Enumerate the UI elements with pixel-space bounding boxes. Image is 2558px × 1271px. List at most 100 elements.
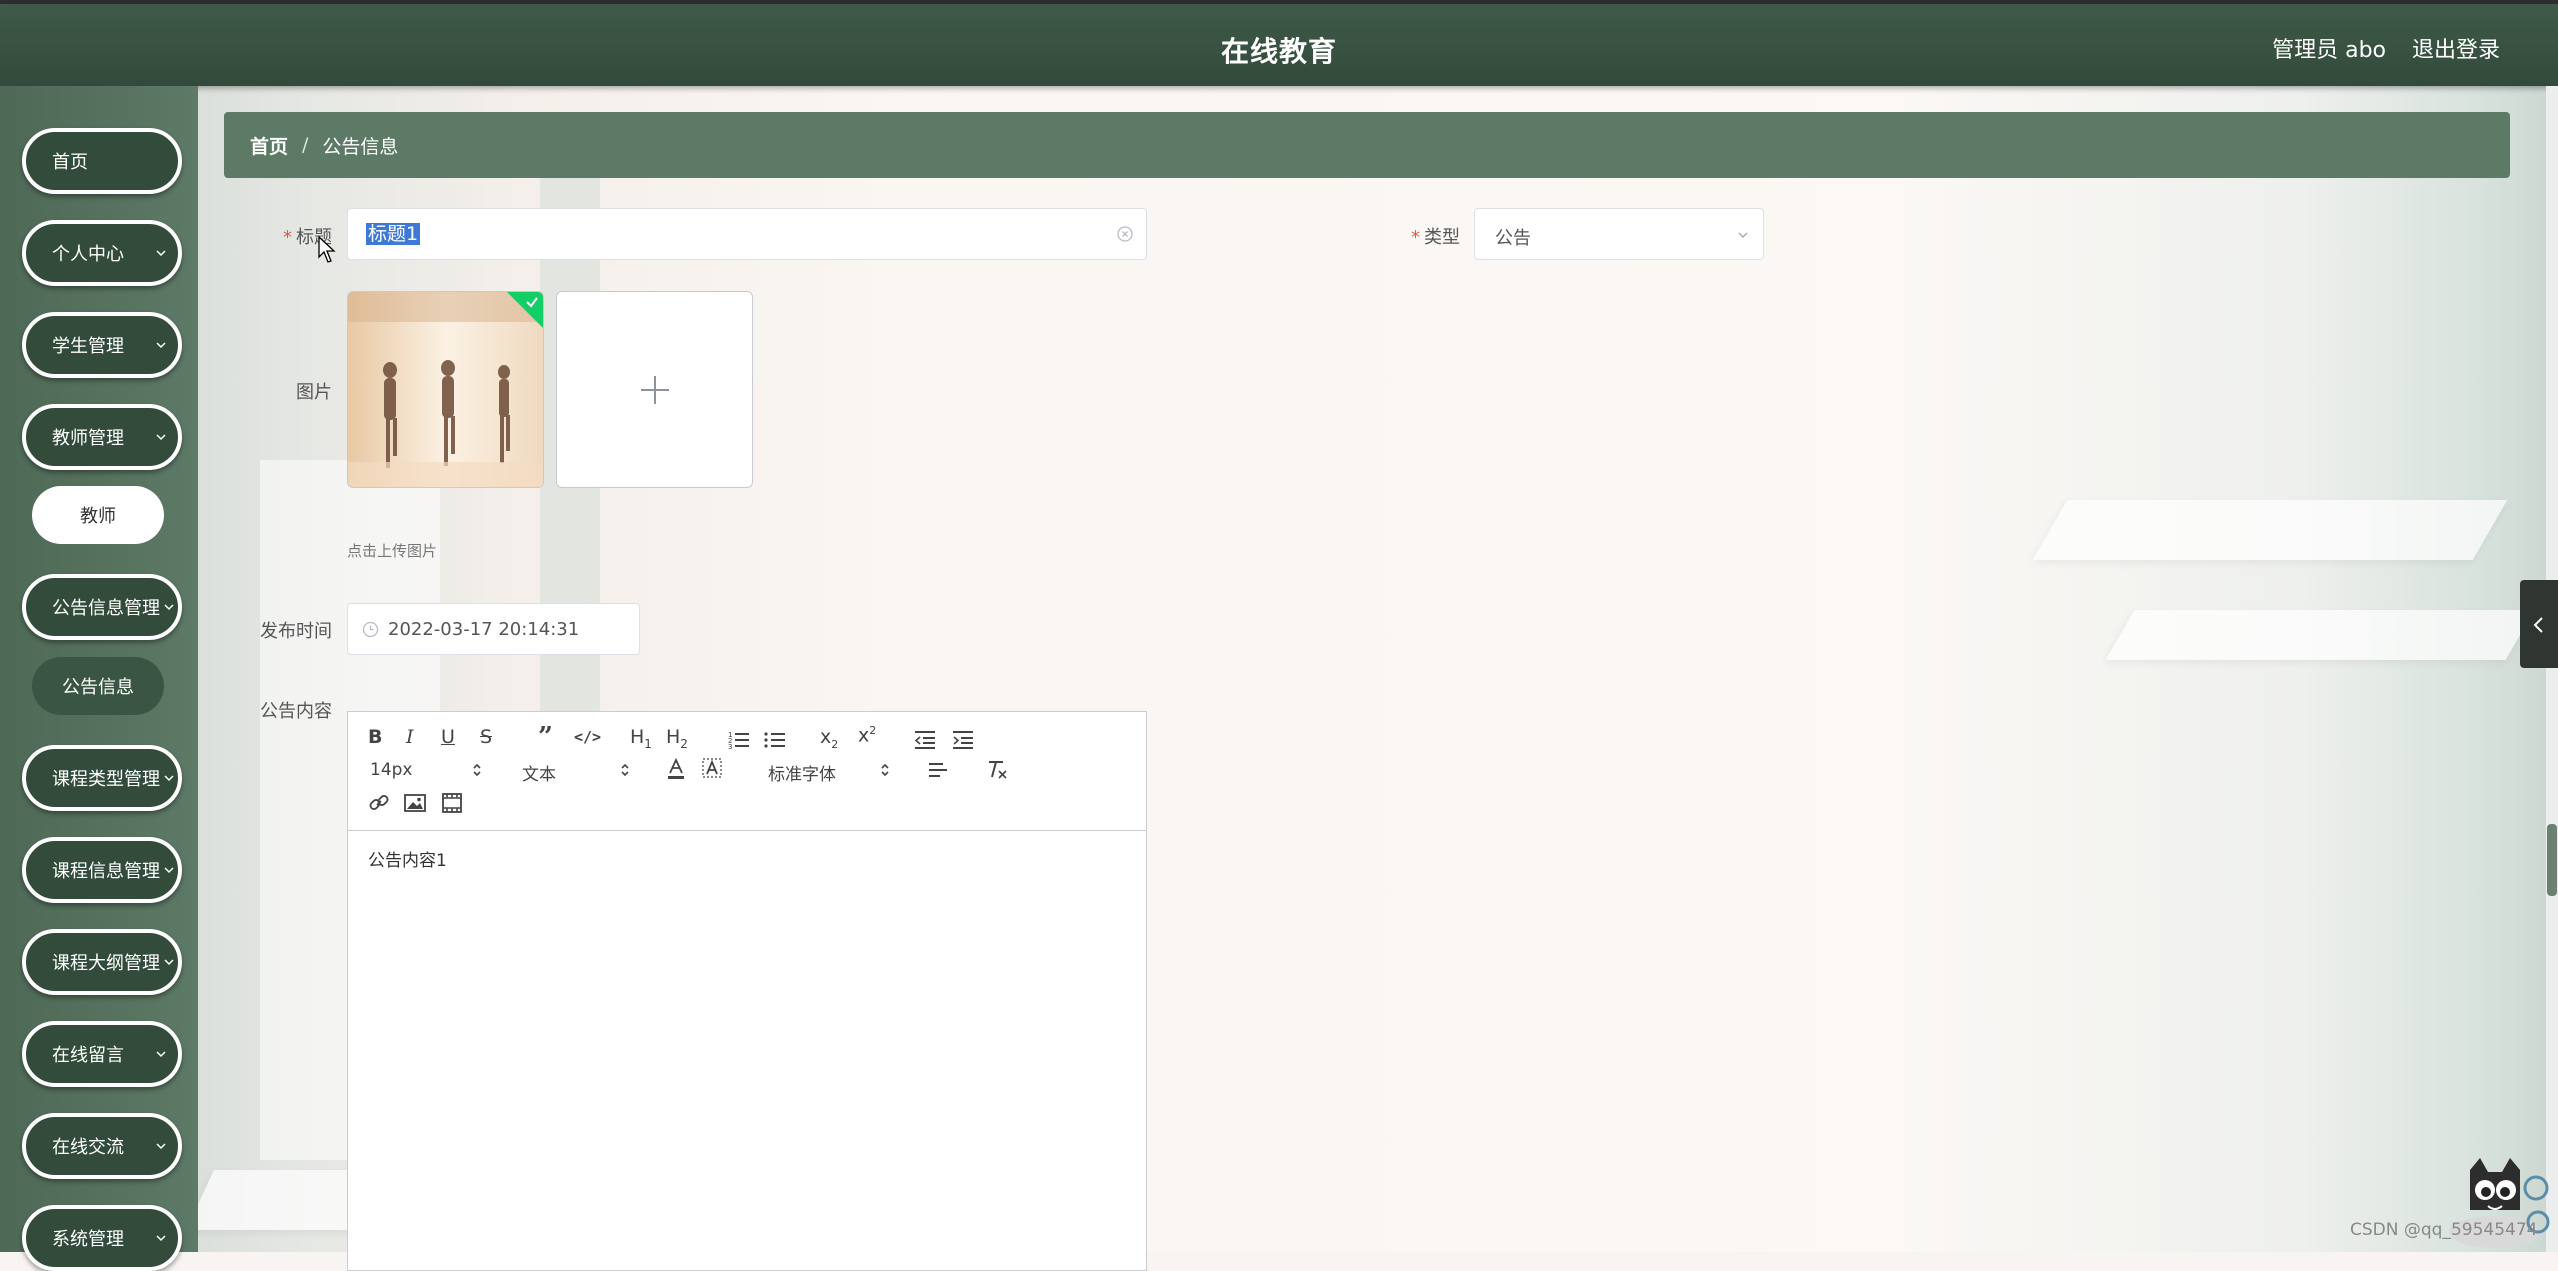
chevron-down-icon: [156, 342, 166, 349]
sidebar-item-label: 课程大纲管理: [52, 953, 160, 974]
header-select[interactable]: 文本: [522, 760, 556, 785]
sidebar-item-label: 首页: [52, 152, 88, 173]
subscript-button[interactable]: x2: [820, 726, 838, 751]
chevron-left-icon: [2533, 617, 2543, 633]
chevron-down-icon: [156, 250, 166, 257]
title-input-value: 标题1: [366, 223, 421, 245]
clock-icon: [362, 621, 379, 638]
content-label: 公告内容: [260, 701, 332, 722]
breadcrumb: 首页 / 公告信息: [224, 112, 2510, 178]
sidebar-item-students[interactable]: 学生管理: [22, 312, 182, 378]
sidebar-item-communication[interactable]: 在线交流: [22, 1113, 182, 1179]
sidebar-item-label: 在线留言: [52, 1045, 124, 1066]
page-scrollbar[interactable]: [2546, 86, 2558, 1252]
chevron-down-icon: [1738, 232, 1748, 238]
sidebar-item-label: 课程类型管理: [52, 769, 160, 790]
scrollbar-thumb[interactable]: [2547, 824, 2557, 896]
logout-link[interactable]: 退出登录: [2412, 32, 2500, 64]
chevron-down-icon: [156, 1143, 166, 1150]
required-mark: *: [283, 227, 292, 248]
clear-format-icon[interactable]: [986, 758, 1008, 780]
sidebar-item-label: 教师管理: [52, 428, 124, 449]
align-left-icon[interactable]: [928, 762, 948, 780]
sidebar-item-system[interactable]: 系统管理: [22, 1205, 182, 1271]
uploaded-image-thumbnail[interactable]: [347, 291, 544, 488]
bold-button[interactable]: B: [368, 726, 382, 748]
clear-icon[interactable]: [1116, 225, 1134, 243]
type-select[interactable]: 公告: [1474, 208, 1764, 260]
chevron-down-icon: [156, 434, 166, 441]
required-mark: *: [1411, 227, 1420, 248]
sidebar-item-label: 学生管理: [52, 336, 124, 357]
select-arrows-icon: [881, 763, 889, 777]
sidebar-item-messages[interactable]: 在线留言: [22, 1021, 182, 1087]
chevron-down-icon: [164, 959, 174, 966]
background-shelf: [2032, 500, 2508, 560]
underline-button[interactable]: U: [441, 726, 455, 748]
publish-time-picker[interactable]: 2022-03-17 20:14:31: [347, 603, 640, 655]
sidebar-item-home[interactable]: 首页: [22, 128, 182, 194]
sidebar-subitem-teacher[interactable]: 教师: [32, 486, 164, 544]
italic-button[interactable]: I: [406, 726, 414, 748]
breadcrumb-separator: /: [302, 134, 309, 156]
breadcrumb-home[interactable]: 首页: [250, 132, 288, 159]
blockquote-button[interactable]: ”: [538, 722, 553, 752]
sidebar-item-label: 公告信息管理: [52, 598, 160, 619]
sidebar-item-label: 个人中心: [52, 244, 124, 265]
publish-time-value: 2022-03-17 20:14:31: [388, 619, 580, 640]
font-family-select[interactable]: 标准字体: [768, 760, 836, 785]
chevron-down-icon: [164, 867, 174, 874]
text-color-icon[interactable]: [666, 758, 686, 780]
select-arrows-icon: [473, 763, 481, 777]
rich-text-editor: B I U S ” </> H1 H2 123 x2 x2 14px 文本 标准…: [347, 711, 1147, 1271]
upload-hint: 点击上传图片: [347, 542, 438, 560]
svg-text:3: 3: [728, 743, 732, 750]
publish-time-label: 发布时间: [260, 621, 332, 642]
superscript-button[interactable]: x2: [858, 724, 876, 746]
type-label: * 类型: [1398, 223, 1460, 249]
chevron-down-icon: [164, 775, 174, 782]
code-block-button[interactable]: </>: [574, 728, 601, 746]
sidebar-item-label: 课程信息管理: [52, 861, 160, 882]
indent-icon[interactable]: [952, 730, 974, 750]
sidebar-item-label: 系统管理: [52, 1229, 124, 1250]
sidebar-item-course-outline[interactable]: 课程大纲管理: [22, 929, 182, 995]
editor-content[interactable]: 公告内容1: [368, 846, 447, 871]
upload-add-button[interactable]: [556, 291, 753, 488]
chevron-down-icon: [156, 1235, 166, 1242]
top-header: 在线教育 管理员 abo 退出登录: [0, 4, 2558, 86]
select-arrows-icon: [621, 763, 629, 777]
strike-button[interactable]: S: [480, 726, 492, 748]
sidebar-item-course-info[interactable]: 课程信息管理: [22, 837, 182, 903]
current-user: 管理员 abo: [2272, 38, 2386, 63]
app-title: 在线教育: [1220, 35, 1337, 68]
side-panel-toggle[interactable]: [2520, 580, 2558, 668]
video-icon[interactable]: [442, 793, 462, 813]
chevron-down-icon: [164, 604, 174, 611]
editor-toolbar: B I U S ” </> H1 H2 123 x2 x2 14px 文本 标准…: [348, 712, 1146, 831]
image-label: 图片: [296, 382, 332, 403]
bullet-list-icon[interactable]: [764, 730, 786, 750]
title-input[interactable]: 标题1: [347, 208, 1147, 260]
mouse-cursor-icon: [318, 236, 336, 263]
type-label-text: 类型: [1424, 227, 1460, 248]
sidebar-item-teachers[interactable]: 教师管理: [22, 404, 182, 470]
outdent-icon[interactable]: [914, 730, 936, 750]
ordered-list-icon[interactable]: 123: [728, 730, 750, 750]
chevron-down-icon: [156, 1051, 166, 1058]
sidebar-item-label: 在线交流: [52, 1137, 124, 1158]
background-shelf: [2105, 610, 2535, 660]
plus-icon: [641, 376, 669, 404]
image-icon[interactable]: [404, 793, 426, 813]
header1-button[interactable]: H1: [630, 726, 652, 751]
type-select-value: 公告: [1495, 228, 1531, 249]
header2-button[interactable]: H2: [666, 726, 688, 751]
link-icon[interactable]: [368, 792, 390, 814]
sidebar-item-profile[interactable]: 个人中心: [22, 220, 182, 286]
sidebar-item-course-type[interactable]: 课程类型管理: [22, 745, 182, 811]
background-color-icon[interactable]: [702, 758, 722, 780]
watermark: CSDN @qq_59545474: [2350, 1220, 2538, 1240]
font-size-select[interactable]: 14px: [370, 760, 412, 780]
sidebar-item-notice-management[interactable]: 公告信息管理: [22, 574, 182, 640]
sidebar-subitem-notice[interactable]: 公告信息: [32, 657, 164, 715]
